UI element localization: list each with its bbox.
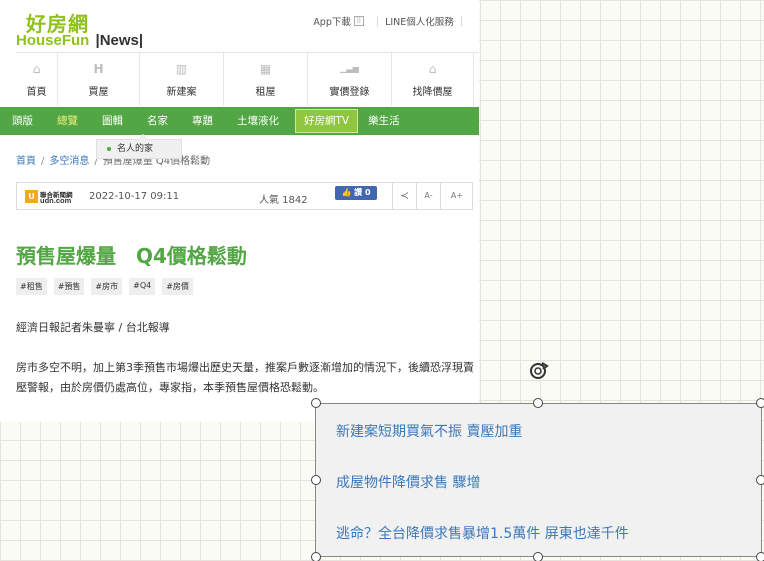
line-service-link[interactable]: LINE個人化服務 <box>385 14 454 28</box>
logo-english: HouseFun |News| <box>16 32 144 49</box>
view-count: 人氣 1842 <box>259 195 308 206</box>
selected-related-links-box[interactable]: 新建案短期買氣不振 賣壓加重 成屋物件降價求售 驟增 逃命？全台降價求售暴增1.… <box>315 403 762 557</box>
article-body: 房市多空不明，加上第3季預售市場爆出歷史天量，推案戶數逐漸增加的情況下，後續恐浮… <box>16 361 474 394</box>
resize-handle-left[interactable] <box>311 475 321 485</box>
nav-new-projects[interactable]: ▥ 新建案 <box>140 53 224 106</box>
housefun-logo[interactable]: 好房網 HouseFun |News| <box>16 12 156 49</box>
article-byline: 經濟日報記者朱曼寧 / 台北報導 <box>16 321 170 334</box>
nav-home[interactable]: ⌂ 首頁 <box>16 53 58 106</box>
nav-actual-price[interactable]: ▁▃▅ 實價登錄 <box>308 53 392 106</box>
menu-housefun-tv[interactable]: 好房網TV <box>295 109 359 133</box>
tag-housing-market[interactable]: #房市 <box>91 278 123 295</box>
related-link[interactable]: 新建案短期買氣不振 賣壓加重 <box>336 421 522 441</box>
tag-presale[interactable]: #預售 <box>53 278 85 295</box>
house-icon: H <box>93 62 104 76</box>
bullet-icon <box>107 146 111 151</box>
nav-buy[interactable]: H 買屋 <box>58 53 140 106</box>
resize-handle-top-left[interactable] <box>311 398 321 408</box>
qr-code-icon[interactable]: ⠿ <box>353 16 364 26</box>
related-link[interactable]: 逃命？全台降價求售暴增1.5萬件 屏東也達千件 <box>336 523 629 543</box>
resize-handle-bottom-left[interactable] <box>311 552 321 561</box>
resize-handle-top-right[interactable] <box>756 398 764 408</box>
menu-gallery[interactable]: 圖輯 <box>90 107 135 135</box>
app-download-link[interactable]: App下載 <box>313 14 351 28</box>
tag-rent-sale[interactable]: #租售 <box>16 278 47 295</box>
resize-handle-bottom-right[interactable] <box>756 552 764 561</box>
rotate-handle-icon[interactable] <box>528 360 550 382</box>
resize-handle-top[interactable] <box>533 398 543 408</box>
top-links: App下載 ⠿ | LINE個人化服務 | <box>313 14 463 29</box>
rent-icon: ▦ <box>259 62 272 76</box>
nav-rent[interactable]: ▦ 租屋 <box>224 53 308 106</box>
resize-handle-right[interactable] <box>756 475 764 485</box>
udn-logo-mark: U <box>25 190 38 203</box>
menu-soil-liquefaction[interactable]: 土壤液化 <box>225 107 291 135</box>
price-drop-house-icon: ⌂ <box>428 62 437 76</box>
home-icon: ⌂ <box>32 62 41 76</box>
share-icon[interactable]: ≺ <box>392 183 416 209</box>
article-page: 好房網 HouseFun |News| App下載 ⠿ | LINE個人化服務 … <box>0 0 479 422</box>
tag-list: #租售 #預售 #房市 #Q4 #房價 <box>16 278 200 295</box>
tag-house-price[interactable]: #房價 <box>162 278 193 295</box>
font-smaller-button[interactable]: A- <box>416 183 440 209</box>
tag-q4[interactable]: #Q4 <box>129 278 156 295</box>
related-link[interactable]: 成屋物件降價求售 驟增 <box>336 472 480 492</box>
article-meta-bar: U 聯合新聞網 udn.com 2022-10-17 09:11 人氣 1842… <box>16 182 473 210</box>
menu-lifestyle[interactable]: 樂生活 <box>362 107 406 135</box>
font-larger-button[interactable]: A+ <box>440 183 473 209</box>
udn-logo[interactable]: U 聯合新聞網 udn.com <box>25 189 75 205</box>
icon-nav: ⌂ 首頁 H 買屋 ▥ 新建案 ▦ 租屋 ▁▃▅ 實價登錄 ⌂ 找降價屋 <box>16 52 479 106</box>
menu-front-page[interactable]: 頭版 <box>0 107 45 135</box>
facebook-like-button[interactable]: 👍 讚 0 <box>335 186 377 200</box>
resize-handle-bottom[interactable] <box>533 552 543 561</box>
menu-columnists[interactable]: 名家 <box>135 107 180 135</box>
publish-date: 2022-10-17 09:11 <box>89 191 180 202</box>
nav-price-drop[interactable]: ⌂ 找降價屋 <box>392 53 474 106</box>
logo-chinese: 好房網 <box>26 12 89 36</box>
article-title: 預售屋爆量 Q4價格鬆動 <box>16 244 247 268</box>
menu-overview[interactable]: 總覽 <box>45 107 90 135</box>
site-header: 好房網 HouseFun |News| App下載 ⠿ | LINE個人化服務 … <box>0 0 479 52</box>
menu-topics[interactable]: 專題 <box>180 107 225 135</box>
breadcrumb-home[interactable]: 首頁 <box>16 156 36 167</box>
dropdown-item-celebrity-homes[interactable]: 名人的家 <box>117 144 153 154</box>
building-icon: ▥ <box>175 62 188 76</box>
gallery-dropdown: 名人的家 <box>96 134 182 159</box>
chart-icon: ▁▃▅ <box>340 64 359 73</box>
section-menu: 頭版 總覽 圖輯 名家 專題 土壤液化 好房網TV 樂生活 <box>0 107 479 135</box>
breadcrumb-section[interactable]: 多空消息 <box>49 156 89 167</box>
